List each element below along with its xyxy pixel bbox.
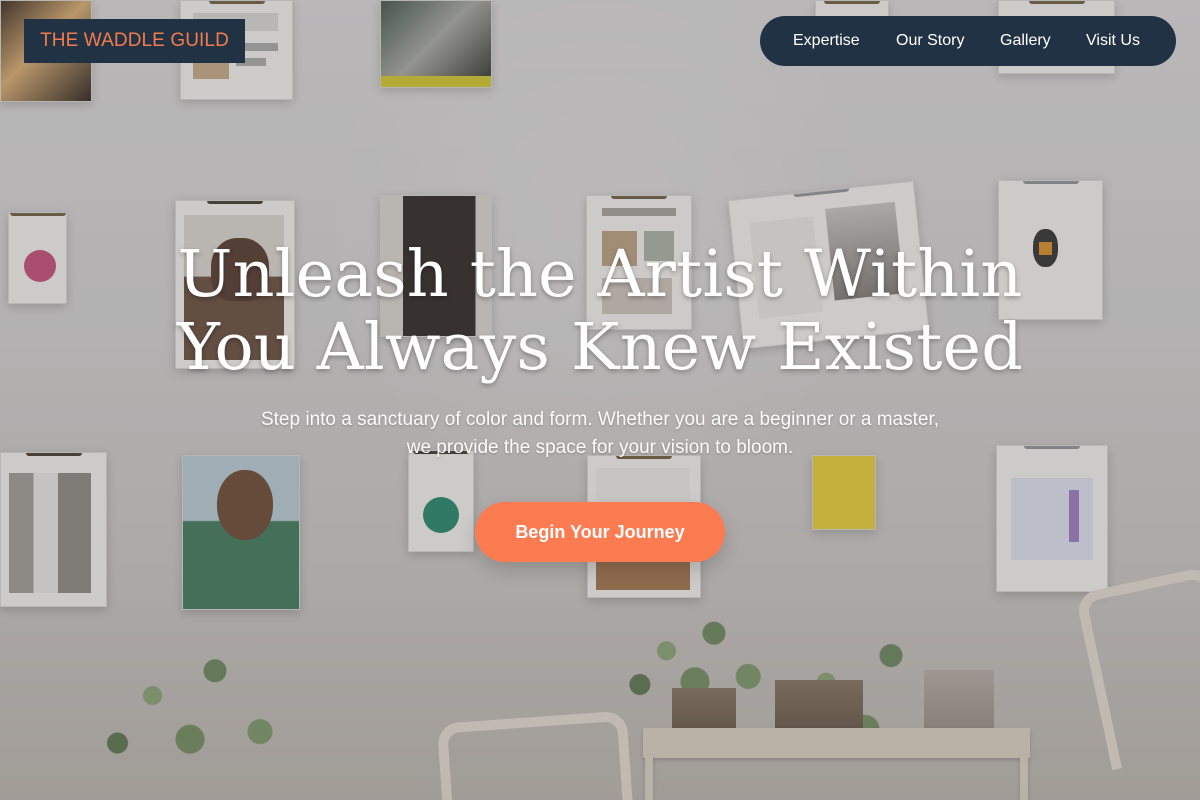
- begin-journey-button[interactable]: Begin Your Journey: [475, 502, 725, 562]
- hero-headline-line: Unleash the Artist Within: [177, 237, 1023, 312]
- hero-subtitle: Step into a sanctuary of color and form.…: [260, 409, 940, 458]
- image-overlay: [0, 0, 1200, 800]
- nav-link-our-story[interactable]: Our Story: [896, 16, 964, 66]
- nav-link-expertise[interactable]: Expertise: [793, 16, 860, 66]
- hero-section: THE WADDLE GUILD Expertise Our Story Gal…: [0, 0, 1200, 800]
- nav-link-gallery[interactable]: Gallery: [1000, 16, 1051, 66]
- hero-headline-line: You Always Knew Existed: [176, 310, 1023, 385]
- site-logo[interactable]: THE WADDLE GUILD: [24, 19, 245, 63]
- nav-link-visit-us[interactable]: Visit Us: [1086, 16, 1140, 66]
- top-navigation: Expertise Our Story Gallery Visit Us: [760, 16, 1176, 66]
- hero-headline: Unleash the Artist Within You Always Kne…: [150, 238, 1050, 384]
